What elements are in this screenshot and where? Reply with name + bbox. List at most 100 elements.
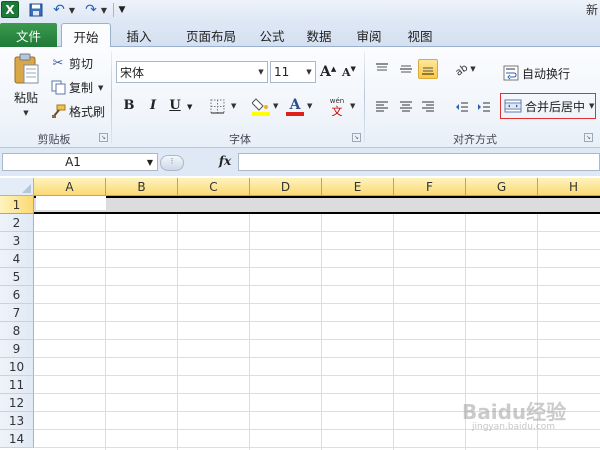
copy-dropdown-icon[interactable]: ▼ xyxy=(98,84,103,92)
row-header-7[interactable]: 7 xyxy=(0,304,34,322)
copy-button[interactable]: 复制 ▼ xyxy=(50,79,103,96)
gridline xyxy=(393,196,394,450)
row-header-6[interactable]: 6 xyxy=(0,286,34,304)
column-header-f[interactable]: F xyxy=(394,178,466,196)
fill-color-dropdown-icon[interactable]: ▼ xyxy=(273,102,278,110)
decrease-indent-button[interactable] xyxy=(452,97,472,117)
row-header-14[interactable]: 14 xyxy=(0,430,34,448)
gridline xyxy=(34,357,600,358)
column-header-h[interactable]: H xyxy=(538,178,600,196)
row-header-2[interactable]: 2 xyxy=(0,214,34,232)
borders-button[interactable]: ▼ xyxy=(210,97,236,115)
row-header-8[interactable]: 8 xyxy=(0,322,34,340)
redo-dropdown-icon[interactable]: ▼ xyxy=(100,1,108,19)
toolbar-divider xyxy=(113,3,114,17)
bold-button[interactable]: B xyxy=(120,97,138,115)
formula-bar-handle-icon[interactable]: ⁝ xyxy=(160,155,184,171)
phonetic-guide-button[interactable]: wén 文 ▼ xyxy=(328,95,356,117)
increase-indent-button[interactable] xyxy=(474,97,494,117)
font-color-button[interactable]: A ▼ xyxy=(286,95,312,117)
align-right-button[interactable] xyxy=(418,97,438,117)
align-left-button[interactable] xyxy=(372,97,392,117)
customize-toolbar-icon[interactable]: ▼ xyxy=(116,1,128,19)
font-size-dropdown-icon[interactable]: ▼ xyxy=(303,68,315,76)
column-header-g[interactable]: G xyxy=(466,178,538,196)
merge-center-icon xyxy=(504,99,522,113)
font-name-dropdown-icon[interactable]: ▼ xyxy=(255,68,267,76)
fill-color-button[interactable]: ▼ xyxy=(252,95,278,117)
row-header-11[interactable]: 11 xyxy=(0,376,34,394)
row-header-1[interactable]: 1 xyxy=(0,196,34,214)
undo-dropdown-icon[interactable]: ▼ xyxy=(68,1,76,19)
underline-button[interactable]: U xyxy=(166,97,184,115)
name-box[interactable]: A1 ▼ xyxy=(2,153,158,171)
row-header-13[interactable]: 13 xyxy=(0,412,34,430)
shrink-font-label: A xyxy=(342,65,351,79)
insert-function-button[interactable]: fx xyxy=(214,154,236,170)
column-header-a[interactable]: A xyxy=(34,178,106,196)
column-header-e[interactable]: E xyxy=(322,178,394,196)
excel-logo-icon[interactable]: X xyxy=(1,1,19,18)
orientation-dropdown-icon[interactable]: ▼ xyxy=(470,65,475,73)
grow-arrow-icon: ▲ xyxy=(330,63,337,73)
align-center-button[interactable] xyxy=(396,97,416,117)
wrap-text-button[interactable]: 自动换行 xyxy=(503,63,570,83)
align-right-icon xyxy=(422,101,434,112)
column-header-c[interactable]: C xyxy=(178,178,250,196)
tab-file[interactable]: 文件 xyxy=(0,23,57,47)
column-header-b[interactable]: B xyxy=(106,178,178,196)
font-launcher-icon[interactable]: ↘ xyxy=(352,133,361,142)
format-painter-label: 格式刷 xyxy=(69,105,106,119)
paste-dropdown-icon[interactable]: ▼ xyxy=(23,109,28,117)
row-header-4[interactable]: 4 xyxy=(0,250,34,268)
grow-font-button[interactable]: A ▲ xyxy=(320,61,336,83)
top-align-button[interactable] xyxy=(372,59,392,79)
phonetic-dropdown-icon[interactable]: ▼ xyxy=(350,102,355,110)
ribbon-tab-bar: 文件 开始 插入 页面布局 公式 数据 审阅 视图 xyxy=(0,20,600,48)
format-painter-button[interactable]: 格式刷 xyxy=(50,103,105,120)
active-cell[interactable] xyxy=(36,196,106,210)
svg-text:文: 文 xyxy=(332,104,343,116)
increase-indent-icon xyxy=(478,102,490,112)
tab-page-layout[interactable]: 页面布局 xyxy=(168,23,254,47)
row-header-10[interactable]: 10 xyxy=(0,358,34,376)
orientation-icon: ab xyxy=(454,62,470,76)
cut-button[interactable]: ✂ 剪切 xyxy=(50,55,93,72)
name-box-dropdown-icon[interactable]: ▼ xyxy=(143,158,157,167)
middle-align-button[interactable] xyxy=(396,59,416,79)
formula-input[interactable] xyxy=(238,153,600,171)
row-header-5[interactable]: 5 xyxy=(0,268,34,286)
gridline xyxy=(34,303,600,304)
alignment-launcher-icon[interactable]: ↘ xyxy=(584,133,593,142)
merge-center-dropdown-icon[interactable]: ▼ xyxy=(589,102,594,110)
row-header-12[interactable]: 12 xyxy=(0,394,34,412)
paintbrush-icon xyxy=(50,104,66,120)
orientation-button[interactable]: ab ▼ xyxy=(452,59,478,79)
row-header-9[interactable]: 9 xyxy=(0,340,34,358)
font-color-dropdown-icon[interactable]: ▼ xyxy=(307,102,312,110)
tab-view[interactable]: 视图 xyxy=(397,23,443,47)
tab-home[interactable]: 开始 xyxy=(61,23,111,48)
tab-insert[interactable]: 插入 xyxy=(116,23,162,47)
row-header-3[interactable]: 3 xyxy=(0,232,34,250)
shrink-font-button[interactable]: A ▼ xyxy=(342,61,356,83)
select-all-button[interactable] xyxy=(0,178,34,196)
borders-dropdown-icon[interactable]: ▼ xyxy=(231,102,236,110)
column-header-d[interactable]: D xyxy=(250,178,322,196)
italic-button[interactable]: I xyxy=(144,97,162,115)
bottom-align-button[interactable] xyxy=(418,59,438,79)
undo-icon[interactable]: ↶ xyxy=(50,1,68,19)
merge-and-center-button[interactable]: 合并后居中 ▼ xyxy=(500,93,596,119)
font-size-combobox[interactable]: 11 ▼ xyxy=(270,61,316,83)
tab-formulas[interactable]: 公式 xyxy=(250,23,294,47)
paste-button[interactable]: 粘贴 ▼ xyxy=(8,53,44,127)
save-icon[interactable] xyxy=(28,1,44,19)
watermark-subtext: jingyan.baidu.com xyxy=(472,422,556,432)
tab-data[interactable]: 数据 xyxy=(297,23,341,47)
font-name-combobox[interactable]: 宋体 ▼ xyxy=(116,61,268,83)
tab-review[interactable]: 审阅 xyxy=(346,23,392,47)
copy-icon xyxy=(50,80,66,96)
redo-icon[interactable]: ↷ xyxy=(82,1,100,19)
underline-dropdown-icon[interactable]: ▼ xyxy=(187,103,192,111)
clipboard-launcher-icon[interactable]: ↘ xyxy=(99,133,108,142)
